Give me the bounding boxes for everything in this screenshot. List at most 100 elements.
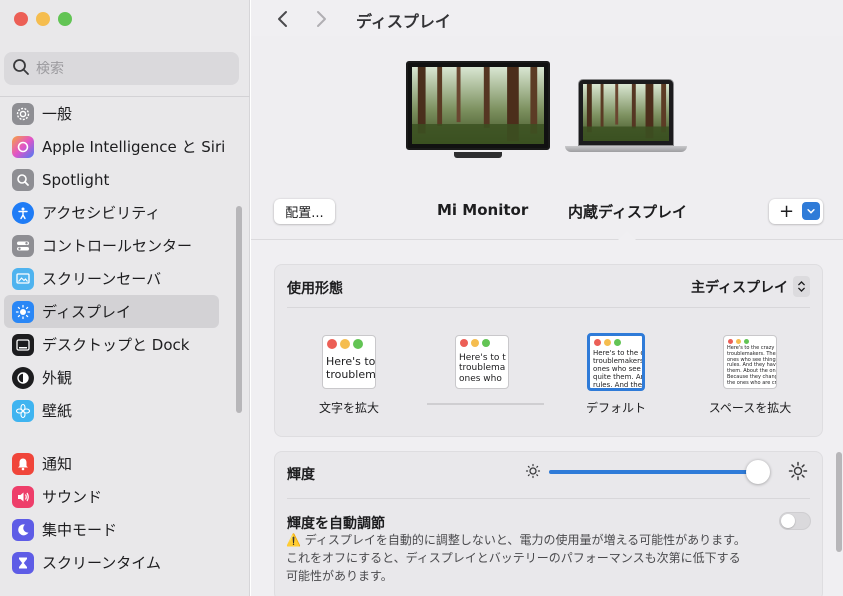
sidebar-item-label: コントロールセンター bbox=[42, 237, 193, 255]
sidebar-item-desktop-dock[interactable]: デスクトップと Dock bbox=[4, 328, 219, 361]
sidebar-item-label: スクリーンタイム bbox=[42, 554, 161, 572]
main-scrollbar[interactable] bbox=[836, 452, 842, 552]
resolution-label: スペースを拡大 bbox=[708, 401, 792, 415]
sidebar-item-spotlight[interactable]: Spotlight bbox=[4, 163, 219, 196]
accessibility-icon bbox=[12, 201, 34, 224]
moon-icon bbox=[12, 518, 34, 541]
preview-text: Here's to t troublema ones who bbox=[459, 353, 506, 384]
resolution-option-larger-text[interactable]: Here's to t troublem bbox=[322, 335, 376, 389]
divider bbox=[287, 307, 810, 308]
resolution-option-default[interactable]: Here's to the cr troublemakers. ones who… bbox=[587, 333, 645, 391]
sidebar-item-focus[interactable]: 集中モード bbox=[4, 513, 219, 546]
preview-text: Here's to the crazy one troublemakers. T… bbox=[727, 345, 777, 386]
search-field[interactable] bbox=[4, 52, 239, 85]
auto-brightness-toggle[interactable] bbox=[779, 512, 811, 530]
main-pane: ディスプレイ 配置... Mi Monitor 内蔵ディスプレイ + 使用形態 … bbox=[251, 0, 843, 596]
siri-icon bbox=[12, 135, 34, 158]
sun-icon bbox=[12, 300, 34, 323]
preview-text: Here's to the cr troublemakers. ones who… bbox=[593, 349, 645, 390]
page-title: ディスプレイ bbox=[356, 12, 451, 31]
window-dots bbox=[728, 339, 749, 344]
sidebar: 一般 Apple Intelligence と Siri Spotlight ア… bbox=[0, 0, 250, 596]
forest-wallpaper bbox=[412, 67, 544, 144]
note-line: 可能性があります。 bbox=[286, 569, 393, 583]
search-icon bbox=[12, 58, 30, 80]
zoom-button[interactable] bbox=[58, 12, 72, 26]
sidebar-item-general[interactable]: 一般 bbox=[4, 97, 219, 130]
internal-display-label[interactable]: 内蔵ディスプレイ bbox=[568, 201, 687, 222]
resolution-option-more-space[interactable]: Here's to the crazy one troublemakers. T… bbox=[723, 335, 777, 389]
screensaver-icon bbox=[12, 267, 34, 290]
note-line: これをオフにすると、ディスプレイとバッテリーのパフォーマンスも次第に低下する bbox=[286, 551, 741, 565]
note-line: ⚠️ ディスプレイを自動的に調整しないと、電力の使用量が増える可能性があります。 bbox=[286, 533, 746, 547]
resolution-card: 使用形態 主ディスプレイ Here's to t troublem 文字を拡大 … bbox=[274, 264, 823, 437]
resolution-label: デフォルト bbox=[585, 401, 646, 415]
sidebar-item-control-center[interactable]: コントロールセンター bbox=[4, 229, 219, 262]
minimize-button[interactable] bbox=[36, 12, 50, 26]
search-input[interactable] bbox=[36, 60, 226, 77]
selection-notch bbox=[617, 231, 637, 241]
arrange-button[interactable]: 配置... bbox=[274, 199, 335, 224]
external-monitor-image[interactable] bbox=[406, 61, 550, 150]
dock-icon bbox=[12, 333, 34, 356]
sidebar-item-label: 集中モード bbox=[42, 521, 118, 539]
internal-display-image[interactable] bbox=[578, 79, 674, 146]
window-dots bbox=[327, 339, 363, 349]
brightness-slider-fill bbox=[549, 470, 759, 474]
hourglass-icon bbox=[12, 551, 34, 574]
usage-value: 主ディスプレイ bbox=[690, 279, 788, 296]
auto-brightness-note: ⚠️ ディスプレイを自動的に調整しないと、電力の使用量が増える可能性があります。… bbox=[286, 531, 766, 585]
plus-icon: + bbox=[779, 200, 795, 222]
sidebar-item-siri[interactable]: Apple Intelligence と Siri bbox=[4, 130, 225, 163]
sidebar-item-notifications[interactable]: 通知 bbox=[4, 447, 219, 480]
sidebar-item-label: サウンド bbox=[42, 488, 103, 506]
usage-label: 使用形態 bbox=[287, 281, 343, 297]
flower-icon bbox=[12, 399, 34, 422]
sidebar-item-label: デスクトップと Dock bbox=[42, 336, 190, 354]
sidebar-item-displays[interactable]: ディスプレイ bbox=[4, 295, 219, 328]
brightness-low-icon bbox=[524, 462, 542, 484]
auto-brightness-label: 輝度を自動調節 bbox=[287, 516, 385, 532]
window-dots bbox=[460, 339, 490, 347]
speaker-icon bbox=[12, 485, 34, 508]
window-dots bbox=[594, 339, 621, 346]
sidebar-item-screensaver[interactable]: スクリーンセーバ bbox=[4, 262, 219, 295]
sidebar-item-label: ディスプレイ bbox=[42, 303, 131, 321]
laptop-base bbox=[565, 146, 687, 152]
usage-popup[interactable]: 主ディスプレイ bbox=[691, 276, 810, 297]
sidebar-item-sound[interactable]: サウンド bbox=[4, 480, 219, 513]
sidebar-item-accessibility[interactable]: アクセシビリティ bbox=[4, 196, 219, 229]
sidebar-item-screen-time[interactable]: スクリーンタイム bbox=[4, 546, 219, 579]
forward-button[interactable] bbox=[311, 8, 331, 34]
sidebar-item-label: 一般 bbox=[42, 105, 73, 123]
sidebar-item-label: Spotlight bbox=[42, 170, 110, 189]
gear-icon bbox=[12, 102, 34, 125]
sidebar-item-label: 外観 bbox=[42, 369, 73, 387]
external-display-label[interactable]: Mi Monitor bbox=[437, 201, 528, 219]
brightness-slider[interactable] bbox=[549, 470, 767, 474]
sidebar-scrollbar[interactable] bbox=[236, 206, 242, 413]
close-button[interactable] bbox=[14, 12, 28, 26]
brightness-label: 輝度 bbox=[287, 467, 315, 483]
preview-text: Here's to t troublem bbox=[326, 355, 376, 381]
magnifier-icon bbox=[12, 168, 34, 191]
monitor-stand bbox=[454, 152, 502, 158]
sidebar-item-appearance[interactable]: 外観 bbox=[4, 361, 219, 394]
sidebar-item-label: スクリーンセーバ bbox=[42, 270, 162, 288]
add-display-button[interactable]: + bbox=[769, 199, 823, 224]
sidebar-item-label: アクセシビリティ bbox=[42, 204, 161, 222]
toggles-icon bbox=[12, 234, 34, 257]
forest-wallpaper bbox=[583, 84, 669, 141]
resolution-option-2[interactable]: Here's to t troublema ones who bbox=[455, 335, 509, 389]
sidebar-item-label: Apple Intelligence と Siri bbox=[42, 138, 226, 156]
brightness-high-icon bbox=[788, 461, 808, 485]
chevron-down-icon bbox=[802, 202, 820, 220]
window-controls bbox=[14, 12, 72, 26]
resolution-label: 文字を拡大 bbox=[318, 401, 379, 415]
nav-arrows bbox=[273, 8, 331, 34]
toggle-knob bbox=[781, 514, 795, 528]
back-button[interactable] bbox=[273, 8, 293, 34]
sidebar-item-wallpaper[interactable]: 壁紙 bbox=[4, 394, 219, 427]
sidebar-item-label: 壁紙 bbox=[42, 402, 73, 420]
resolution-separator bbox=[427, 403, 544, 405]
